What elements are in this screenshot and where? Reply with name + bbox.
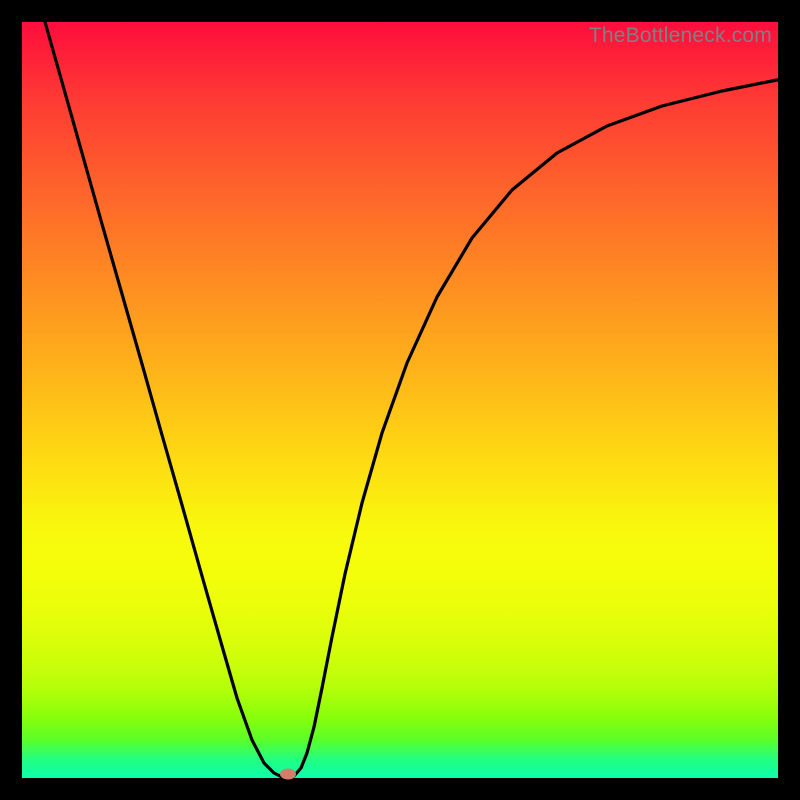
chart-curve bbox=[22, 22, 778, 778]
curve-minimum-marker bbox=[280, 769, 296, 780]
chart-plot-area: TheBottleneck.com bbox=[22, 22, 778, 778]
